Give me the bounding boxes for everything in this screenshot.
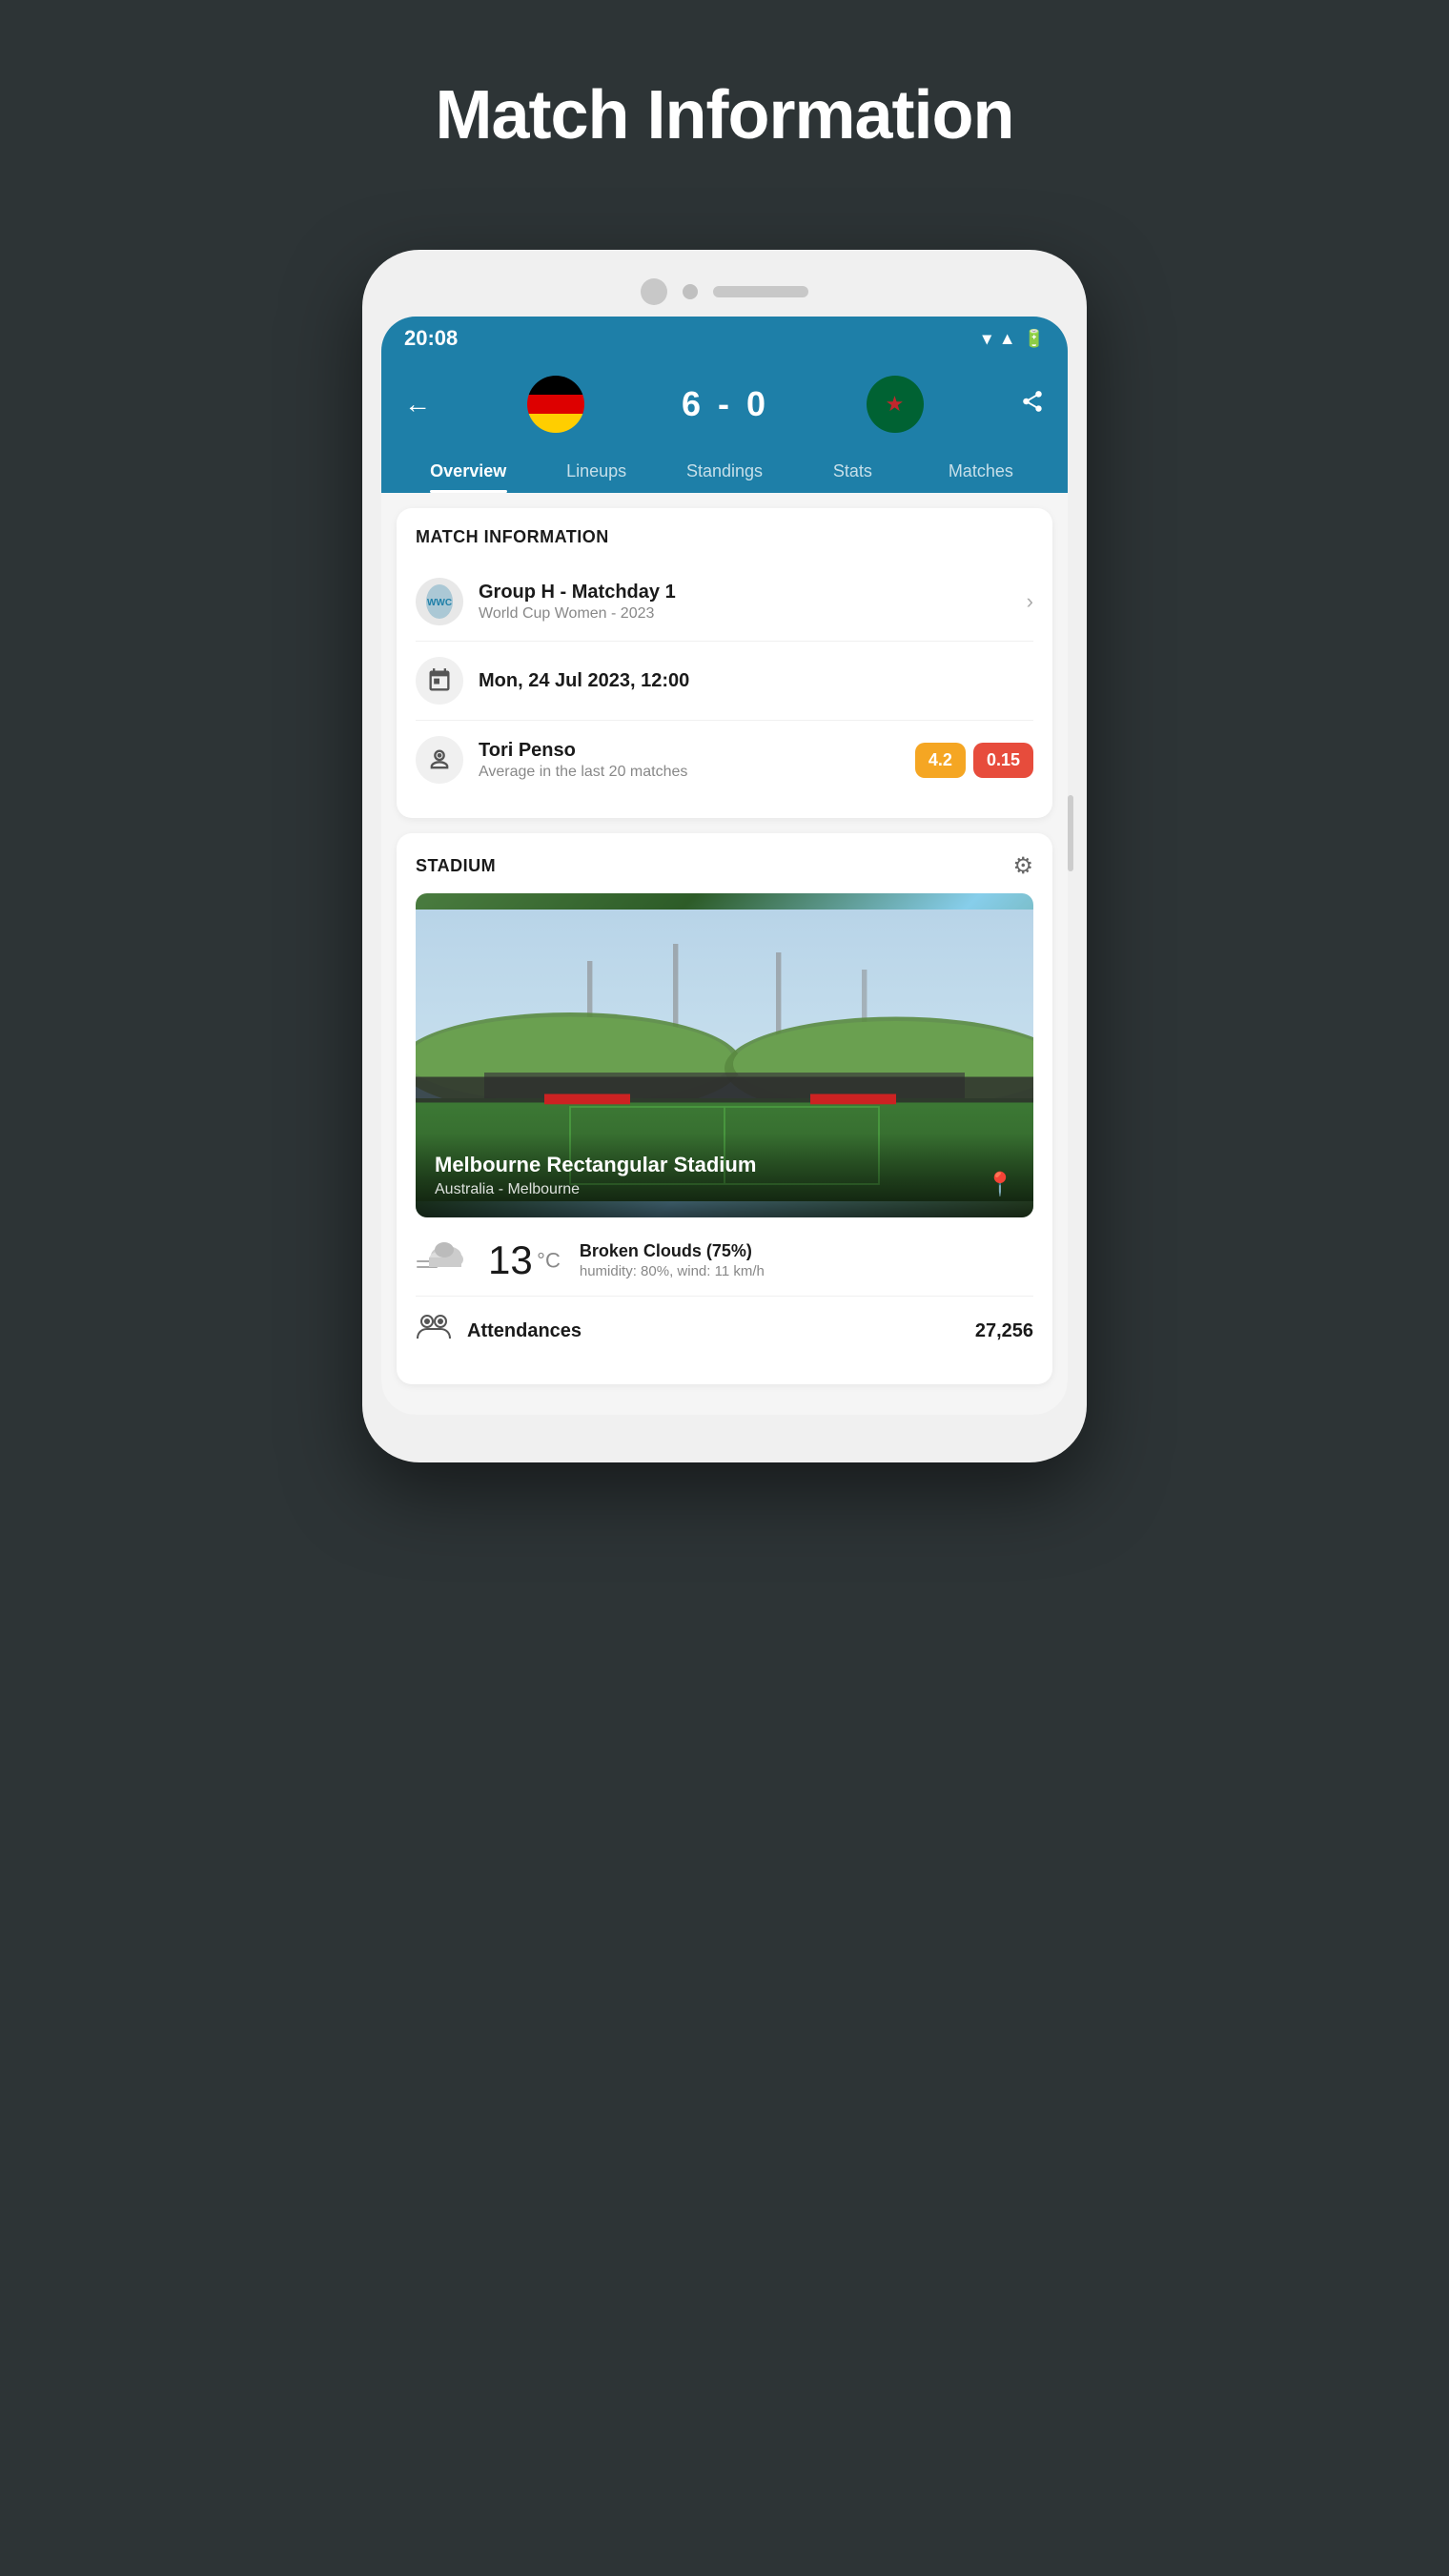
weather-detail-text: humidity: 80%, wind: 11 km/h: [580, 1263, 1033, 1279]
league-logo: WWC: [416, 578, 463, 625]
scrollbar[interactable]: [1068, 795, 1073, 871]
competition-name: Group H - Matchday 1: [479, 582, 1011, 603]
status-bar: 20:08 ▾ ▲ 🔋: [381, 317, 1068, 360]
attendance-row: Attendances 27,256: [416, 1296, 1033, 1365]
sensor-dot: [683, 284, 698, 299]
stadium-header: STADIUM ⚙: [416, 852, 1033, 880]
referee-icon: [416, 736, 463, 784]
signal-icon: ▲: [999, 329, 1016, 349]
page-title: Match Information: [436, 76, 1014, 154]
score-row: ← 6 - 0: [404, 376, 1045, 448]
stadium-name: Melbourne Rectangular Stadium: [435, 1153, 1014, 1177]
calendar-icon: [416, 657, 463, 705]
wifi-icon: ▾: [983, 329, 991, 349]
weather-main-text: Broken Clouds (75%): [580, 1241, 1033, 1261]
badge-cards: 0.15: [973, 743, 1033, 778]
match-info-title: MATCH INFORMATION: [416, 527, 1033, 547]
referee-info: Tori Penso Average in the last 20 matche…: [479, 740, 900, 781]
attendance-label: Attendances: [467, 1320, 960, 1342]
weather-icon: [416, 1233, 469, 1288]
referee-name: Tori Penso: [479, 740, 900, 762]
battery-icon: 🔋: [1024, 329, 1045, 349]
tab-matches[interactable]: Matches: [917, 448, 1045, 493]
date-row: Mon, 24 Jul 2023, 12:00: [416, 642, 1033, 721]
stadium-location: Australia - Melbourne: [435, 1181, 1014, 1198]
referee-row: Tori Penso Average in the last 20 matche…: [416, 721, 1033, 799]
attendance-icon: [416, 1312, 452, 1350]
settings-icon[interactable]: ⚙: [1012, 852, 1033, 880]
tab-standings[interactable]: Standings: [661, 448, 788, 493]
date-info: Mon, 24 Jul 2023, 12:00: [479, 670, 1033, 692]
temperature-display: 13 °C: [488, 1237, 561, 1283]
score-display: 6 - 0: [682, 384, 769, 424]
attendance-value: 27,256: [975, 1320, 1033, 1342]
competition-subtitle: World Cup Women - 2023: [479, 605, 1011, 623]
share-button[interactable]: [1020, 389, 1045, 420]
tab-stats[interactable]: Stats: [788, 448, 916, 493]
location-pin-icon: 📍: [986, 1171, 1014, 1198]
date-text: Mon, 24 Jul 2023, 12:00: [479, 670, 1033, 692]
competition-info: Group H - Matchday 1 World Cup Women - 2…: [479, 582, 1011, 623]
status-time: 20:08: [404, 326, 458, 351]
temp-value: 13: [488, 1237, 533, 1282]
arrow-icon: ›: [1027, 589, 1033, 614]
stadium-image: Melbourne Rectangular Stadium Australia …: [416, 893, 1033, 1217]
team-flag-morocco: [867, 376, 924, 433]
competition-row[interactable]: WWC Group H - Matchday 1 World Cup Women…: [416, 562, 1033, 642]
camera-dot: [641, 278, 667, 305]
phone-shell: 20:08 ▾ ▲ 🔋 ← 6 - 0: [362, 250, 1087, 1462]
stadium-title: STADIUM: [416, 856, 496, 876]
team-flag-germany: [527, 376, 584, 433]
tab-lineups[interactable]: Lineups: [532, 448, 660, 493]
stadium-card: STADIUM ⚙: [397, 833, 1052, 1384]
speaker-bar: [713, 286, 808, 297]
tab-bar: Overview Lineups Standings Stats Matches: [404, 448, 1045, 493]
tab-overview[interactable]: Overview: [404, 448, 532, 493]
back-button[interactable]: ←: [404, 389, 431, 419]
match-info-card: MATCH INFORMATION WWC Group H - Matchday…: [397, 508, 1052, 818]
app-header: ← 6 - 0 Overview Lineups: [381, 360, 1068, 493]
status-icons: ▾ ▲ 🔋: [983, 329, 1045, 349]
content-area: MATCH INFORMATION WWC Group H - Matchday…: [381, 493, 1068, 1415]
phone-screen: 20:08 ▾ ▲ 🔋 ← 6 - 0: [381, 317, 1068, 1415]
badge-rating: 4.2: [915, 743, 966, 778]
referee-subtitle: Average in the last 20 matches: [479, 764, 900, 781]
weather-row: 13 °C Broken Clouds (75%) humidity: 80%,…: [416, 1217, 1033, 1296]
weather-description: Broken Clouds (75%) humidity: 80%, wind:…: [580, 1241, 1033, 1279]
svg-text:WWC: WWC: [427, 598, 452, 608]
phone-top-hardware: [381, 278, 1068, 305]
temp-unit: °C: [537, 1249, 561, 1273]
stadium-overlay: Melbourne Rectangular Stadium Australia …: [416, 1134, 1033, 1217]
referee-badges: 4.2 0.15: [915, 743, 1033, 778]
